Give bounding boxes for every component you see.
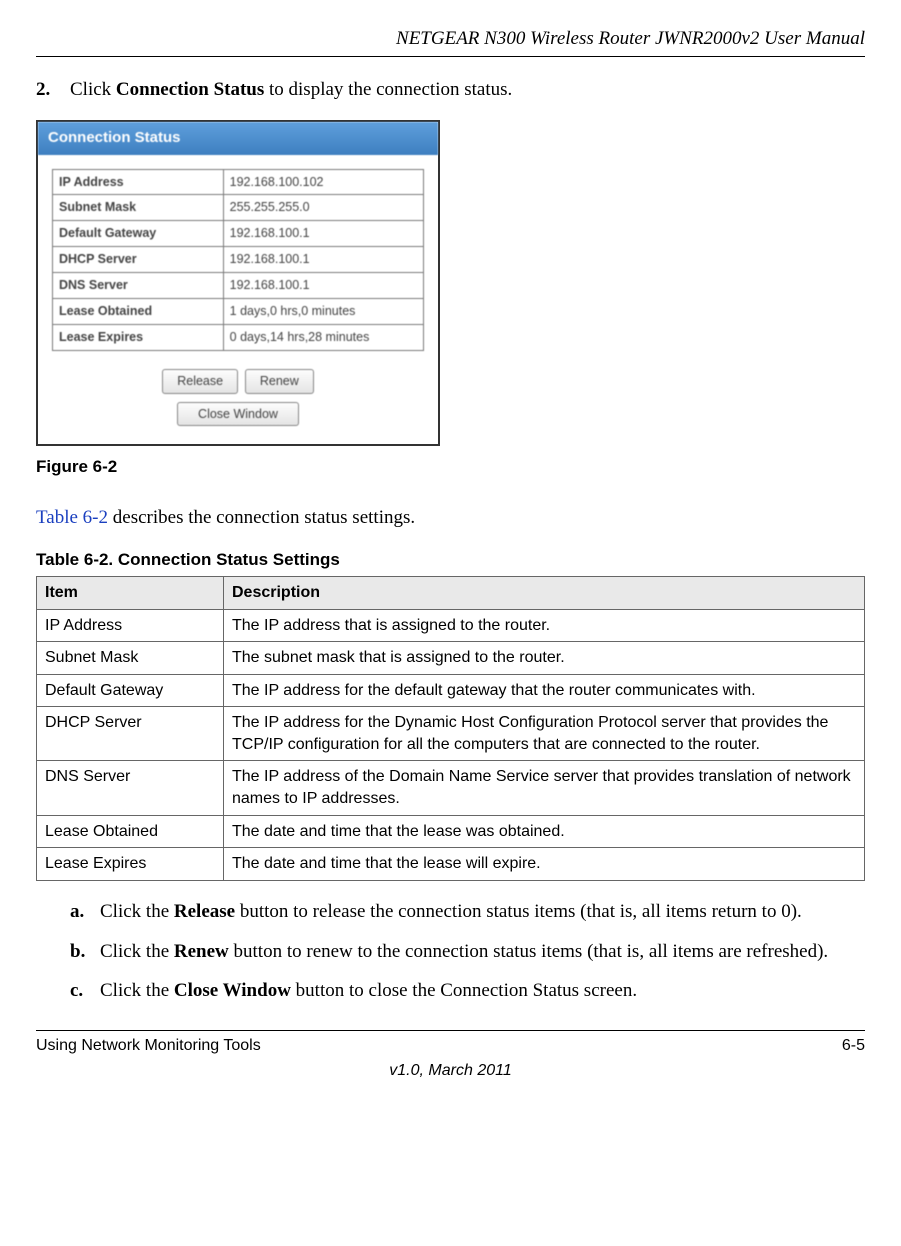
substep-b-p1: Click the [100,941,174,962]
cs-row-label: DNS Server [53,273,224,299]
substep-a-p1: Click the [100,901,174,922]
substep-a-text: Click the Release button to release the … [100,899,802,925]
table-cell-item: Lease Obtained [37,815,224,848]
release-button[interactable]: Release [162,369,238,394]
table-row: DNS ServerThe IP address of the Domain N… [37,761,865,815]
step-2-suffix: to display the connection status. [264,79,512,100]
table-row: Subnet MaskThe subnet mask that is assig… [37,642,865,675]
cs-row-value: 0 days,14 hrs,28 minutes [223,324,423,350]
cs-row: DHCP Server192.168.100.1 [53,247,424,273]
cs-row-label: Default Gateway [53,221,224,247]
cs-row: Lease Expires0 days,14 hrs,28 minutes [53,324,424,350]
page-header-title: NETGEAR N300 Wireless Router JWNR2000v2 … [36,26,865,52]
substep-b-num: b. [70,939,100,965]
cs-buttons-row-1: Release Renew [52,367,424,394]
table-intro-line: Table 6-2 describes the connection statu… [36,505,865,531]
table-cell-desc: The date and time that the lease will ex… [224,848,865,881]
cs-row-label: IP Address [53,169,224,195]
cs-row-value: 255.255.255.0 [223,195,423,221]
table-6-2-link[interactable]: Table 6-2 [36,507,108,528]
table-row: IP AddressThe IP address that is assigne… [37,609,865,642]
header-rule [36,56,865,57]
cs-row-value: 192.168.100.1 [223,273,423,299]
cs-row: DNS Server192.168.100.1 [53,273,424,299]
substep-b: b. Click the Renew button to renew to th… [36,939,865,965]
table-row: DHCP ServerThe IP address for the Dynami… [37,707,865,761]
substep-b-bold: Renew [174,941,229,962]
cs-row-label: Lease Obtained [53,298,224,324]
substep-b-text: Click the Renew button to renew to the c… [100,939,828,965]
table-cell-item: DHCP Server [37,707,224,761]
cs-row-value: 192.168.100.1 [223,221,423,247]
table-cell-desc: The date and time that the lease was obt… [224,815,865,848]
table-row: Lease ObtainedThe date and time that the… [37,815,865,848]
cs-row-label: Subnet Mask [53,195,224,221]
close-window-button[interactable]: Close Window [177,402,299,427]
cs-row-label: Lease Expires [53,324,224,350]
table-cell-desc: The IP address for the default gateway t… [224,674,865,707]
step-2-text: Click Connection Status to display the c… [70,77,512,103]
table-header-row: Item Description [37,576,865,609]
cs-row-label: DHCP Server [53,247,224,273]
substep-a-p2: button to release the connection status … [235,901,802,922]
cs-row: IP Address192.168.100.102 [53,169,424,195]
footer-rule [36,1030,865,1031]
table-cell-item: DNS Server [37,761,224,815]
substep-c-num: c. [70,978,100,1004]
step-2-number: 2. [36,77,70,103]
table-cell-item: IP Address [37,609,224,642]
renew-button[interactable]: Renew [245,369,314,394]
footer-version: v1.0, March 2011 [36,1060,865,1082]
connection-status-titlebar: Connection Status [38,122,438,154]
cs-row: Lease Obtained1 days,0 hrs,0 minutes [53,298,424,324]
table-cell-desc: The IP address of the Domain Name Servic… [224,761,865,815]
page-footer: Using Network Monitoring Tools 6-5 v1.0,… [36,1030,865,1082]
substep-c-text: Click the Close Window button to close t… [100,978,637,1004]
table-6-2: Item Description IP AddressThe IP addres… [36,576,865,881]
table-cell-desc: The IP address that is assigned to the r… [224,609,865,642]
table-cell-item: Lease Expires [37,848,224,881]
cs-row: Subnet Mask255.255.255.0 [53,195,424,221]
connection-status-body: IP Address192.168.100.102 Subnet Mask255… [38,155,438,445]
cs-row-value: 192.168.100.1 [223,247,423,273]
substep-c-p1: Click the [100,980,174,1001]
substep-c: c. Click the Close Window button to clos… [36,978,865,1004]
table-header-item: Item [37,576,224,609]
footer-page-number: 6-5 [842,1035,865,1057]
figure-6-2-box: Connection Status IP Address192.168.100.… [36,120,440,446]
substep-a-num: a. [70,899,100,925]
table-cell-item: Default Gateway [37,674,224,707]
step-2-prefix: Click [70,79,116,100]
figure-caption: Figure 6-2 [36,456,865,479]
table-cell-desc: The subnet mask that is assigned to the … [224,642,865,675]
step-2-bold: Connection Status [116,79,264,100]
sub-steps: a. Click the Release button to release t… [36,899,865,1004]
cs-buttons-row-2: Close Window [52,400,424,427]
table-6-2-title: Table 6-2. Connection Status Settings [36,549,865,572]
table-row: Lease ExpiresThe date and time that the … [37,848,865,881]
table-cell-desc: The IP address for the Dynamic Host Conf… [224,707,865,761]
table-intro-rest: describes the connection status settings… [108,507,415,528]
cs-row-value: 1 days,0 hrs,0 minutes [223,298,423,324]
substep-c-bold: Close Window [174,980,291,1001]
connection-status-table: IP Address192.168.100.102 Subnet Mask255… [52,169,424,351]
footer-left: Using Network Monitoring Tools [36,1035,261,1057]
step-2: 2. Click Connection Status to display th… [36,77,865,103]
table-row: Default GatewayThe IP address for the de… [37,674,865,707]
table-header-desc: Description [224,576,865,609]
table-cell-item: Subnet Mask [37,642,224,675]
cs-row-value: 192.168.100.102 [223,169,423,195]
footer-line-1: Using Network Monitoring Tools 6-5 [36,1035,865,1057]
substep-c-p2: button to close the Connection Status sc… [291,980,637,1001]
substep-a-bold: Release [174,901,235,922]
substep-b-p2: button to renew to the connection status… [229,941,828,962]
substep-a: a. Click the Release button to release t… [36,899,865,925]
cs-row: Default Gateway192.168.100.1 [53,221,424,247]
